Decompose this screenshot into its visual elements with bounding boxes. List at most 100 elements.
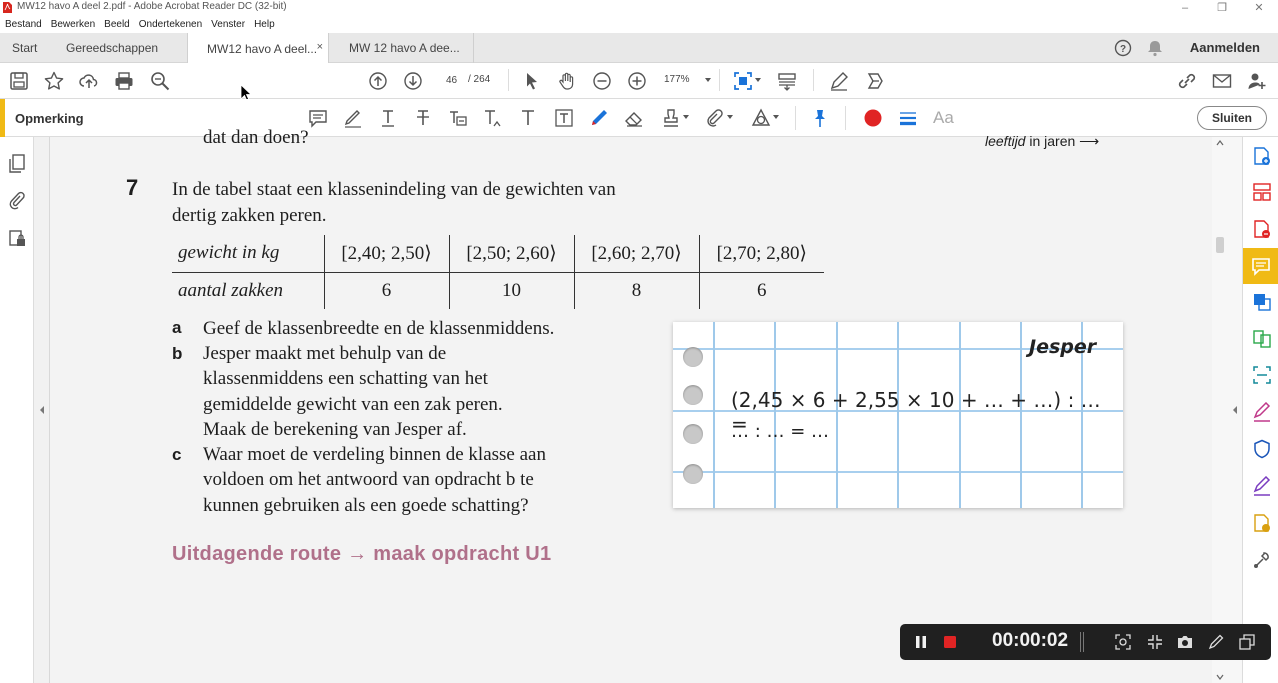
stamp-icon[interactable] [661,108,681,128]
font-size-icon[interactable]: Aa [933,108,954,128]
menu-beeld[interactable]: Beeld [104,19,130,30]
attach-dropdown-icon[interactable] [725,112,735,122]
zoom-field[interactable]: 177% [664,74,690,85]
close-window-button[interactable]: ✕ [1241,0,1277,15]
insert-text-icon[interactable] [483,108,503,128]
star-icon[interactable] [44,71,64,91]
zoom-in-icon[interactable] [627,71,647,91]
pause-icon[interactable] [914,635,928,649]
drag-handle[interactable] [1080,632,1084,652]
comment-icon[interactable] [1251,256,1271,276]
link-icon[interactable] [1177,71,1197,91]
note-author-name: Jesper [1029,336,1097,358]
color-picker-icon[interactable] [863,108,883,128]
zoom-out-icon[interactable] [592,71,612,91]
screenshot-camera-icon[interactable] [1177,634,1193,650]
draw-pencil-icon[interactable] [589,108,609,128]
scroll-up-icon[interactable] [1216,140,1224,146]
tab-tools[interactable]: Gereedschappen [66,33,186,63]
export-pdf-icon[interactable] [1252,219,1272,239]
line-thickness-icon[interactable] [898,108,918,128]
share-send-icon[interactable] [865,71,885,91]
left-panel-collapse-strip[interactable] [34,137,50,683]
page-thumbnails-icon[interactable] [8,154,26,174]
page-number-field[interactable]: 46 [437,70,466,90]
weight-label-italic: gewicht [178,242,238,264]
create-pdf-icon[interactable] [1252,146,1272,166]
expand-right-panel-icon[interactable] [1231,405,1239,415]
add-text-icon[interactable] [518,108,538,128]
sign-pen-icon[interactable] [829,71,849,91]
comment-tool-active-bg[interactable] [1243,248,1278,284]
expand-left-panel-icon[interactable] [38,405,46,415]
tab-start[interactable]: Start [12,33,52,63]
right-panel-collapse-strip[interactable] [1228,137,1242,683]
annotate-pen-icon[interactable] [1208,634,1224,650]
shapes-dropdown-icon[interactable] [771,112,781,122]
zoom-dropdown-icon[interactable] [703,75,713,85]
eraser-icon[interactable] [624,108,644,128]
organize-pages-icon[interactable] [1252,182,1272,202]
subquestion-b-label: b [172,344,183,363]
close-comment-button[interactable]: Sluiten [1197,106,1267,130]
sticky-note-icon[interactable] [308,108,328,128]
stop-record-icon[interactable] [943,635,957,649]
scan-ocr-icon[interactable] [1252,365,1272,385]
window-switch-icon[interactable] [1239,634,1255,650]
signin-button[interactable]: Aanmelden [1190,40,1260,55]
table-cell-count: 6 [323,272,449,309]
help-icon[interactable]: ? [1114,39,1132,57]
tab-close-icon[interactable]: × [317,41,323,53]
scrollbar-thumb[interactable] [1216,237,1224,253]
page-up-icon[interactable] [368,71,388,91]
document-security-icon[interactable] [7,229,27,249]
email-icon[interactable] [1212,71,1232,91]
graph-axis-fragment: leeftijd in jaren ⟶ [985,133,1099,150]
page-fit-icon[interactable] [733,71,753,91]
menu-bestand[interactable]: Bestand [5,19,42,30]
menu-ondertekenen[interactable]: Ondertekenen [139,19,202,30]
underline-text-icon[interactable] [378,108,398,128]
save-icon[interactable] [9,71,29,91]
tab-document-active[interactable]: MW12 havo A deel... × [187,33,329,64]
send-for-comments-icon[interactable] [1252,513,1272,533]
tab-document-2[interactable]: MW 12 havo A dee... [330,33,474,63]
maximize-button[interactable]: ❐ [1204,0,1240,15]
bell-icon[interactable] [1147,39,1163,57]
camera-overlay-icon[interactable] [1115,634,1131,650]
challenge-route-link[interactable]: Uitdagende route → maak opdracht U1 [172,543,551,566]
fill-sign-icon[interactable] [1252,402,1272,422]
attach-file-icon[interactable] [704,108,724,128]
minimize-recorder-icon[interactable] [1147,634,1163,650]
shapes-icon[interactable] [751,108,771,128]
scroll-down-icon[interactable] [1216,674,1224,680]
menu-venster[interactable]: Venster [211,19,245,30]
add-user-icon[interactable] [1247,71,1267,91]
replace-text-icon[interactable] [448,108,468,128]
highlight-pen-icon[interactable] [343,108,363,128]
combine-files-icon[interactable] [1252,329,1272,349]
edit-pdf-icon[interactable] [1252,292,1272,312]
table-cell-class: [2,50; 2,60⟩ [448,235,574,273]
minimize-button[interactable]: – [1167,0,1203,15]
protect-shield-icon[interactable] [1252,439,1272,459]
page-fit-dropdown-icon[interactable] [753,75,763,85]
vertical-scrollbar[interactable] [1212,137,1228,683]
select-pointer-icon[interactable] [522,71,542,91]
request-signature-icon[interactable] [1252,476,1272,496]
zoom-search-icon[interactable] [150,71,170,91]
text-box-icon[interactable] [554,108,574,128]
keep-tool-pin-icon[interactable] [810,108,830,128]
attachments-paperclip-icon[interactable] [8,191,26,211]
menu-bewerken[interactable]: Bewerken [51,19,95,30]
subquestion-b-line: gemiddelde gewicht van een zak peren. [203,394,503,415]
print-icon[interactable] [114,71,134,91]
page-down-icon[interactable] [403,71,423,91]
upload-cloud-icon[interactable] [79,71,99,91]
scroll-mode-icon[interactable] [777,71,797,91]
stamp-dropdown-icon[interactable] [681,112,691,122]
menu-help[interactable]: Help [254,19,275,30]
strikethrough-text-icon[interactable] [413,108,433,128]
hand-tool-icon[interactable] [557,71,577,91]
more-tools-icon[interactable] [1252,550,1272,570]
